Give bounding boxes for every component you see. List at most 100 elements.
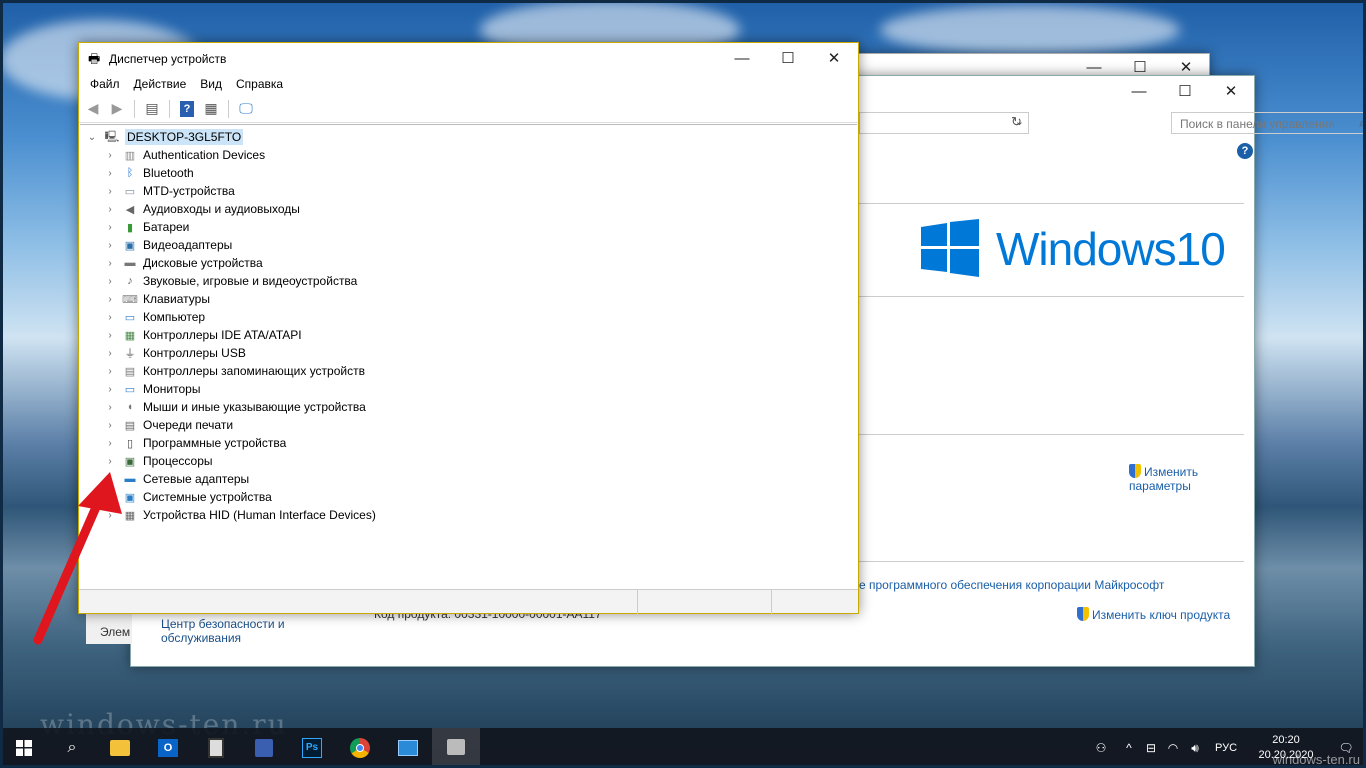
chevron-up-icon[interactable]: ^ <box>1118 741 1140 755</box>
help-icon[interactable]: ? <box>177 99 197 119</box>
chevron-right-icon[interactable]: › <box>104 330 116 341</box>
search-icon[interactable]: ⌕ <box>1359 116 1366 131</box>
tree-node[interactable]: › ▭ Мониторы <box>104 380 200 398</box>
minimize-icon[interactable]: — <box>719 43 765 73</box>
chevron-right-icon[interactable]: › <box>104 312 116 323</box>
menu-help[interactable]: Справка <box>229 73 290 95</box>
chevron-right-icon[interactable]: › <box>104 204 116 215</box>
chevron-right-icon[interactable]: › <box>104 150 116 161</box>
network-icon[interactable]: ⊟ <box>1140 741 1162 755</box>
tree-node[interactable]: › ◀ Аудиовходы и аудиовыходы <box>104 200 300 218</box>
minimize-icon[interactable]: — <box>1116 76 1162 106</box>
tree-node-label: Bluetooth <box>143 166 194 180</box>
address-bar[interactable]: ⌄ <box>859 112 1029 134</box>
tree-node[interactable]: › ᛒ Bluetooth <box>104 164 194 182</box>
menu-file[interactable]: Файл <box>83 73 127 95</box>
search-icon[interactable]: ⌕ <box>48 728 96 768</box>
computer-icon: 🖳 <box>104 130 120 143</box>
title-bar[interactable]: 🖶 Диспетчер устройств — ☐ ✕ <box>79 43 858 73</box>
tree-node[interactable]: › ▤ Контроллеры запоминающих устройств <box>104 362 365 380</box>
close-icon[interactable]: ✕ <box>1208 76 1254 106</box>
chevron-right-icon[interactable]: › <box>104 258 116 269</box>
tree-node[interactable]: › ⌨ Клавиатуры <box>104 290 210 308</box>
tree-node[interactable]: › ◖ Мыши и иные указывающие устройства <box>104 398 365 416</box>
outlook-icon[interactable]: O <box>144 728 192 768</box>
tree-node[interactable]: › ▦ Контроллеры IDE ATA/ATAPI <box>104 326 301 344</box>
tree-node[interactable]: › ⏚ Контроллеры USB <box>104 344 246 362</box>
chevron-right-icon[interactable]: › <box>104 420 116 431</box>
calculator-icon[interactable] <box>192 728 240 768</box>
tree-node[interactable]: › ▯ Программные устройства <box>104 434 286 452</box>
photoshop-icon[interactable]: Ps <box>288 728 336 768</box>
change-params-link[interactable]: Изменить параметры <box>1129 450 1239 493</box>
chevron-right-icon[interactable]: › <box>104 222 116 233</box>
tree-node-label: Мониторы <box>143 382 201 396</box>
status-divider <box>637 590 638 614</box>
forward-icon[interactable]: ▶ <box>107 99 127 119</box>
help-icon[interactable]: ? <box>1237 143 1253 159</box>
chevron-right-icon[interactable]: › <box>104 456 116 467</box>
shield-icon <box>1129 464 1141 478</box>
divider <box>859 434 1244 435</box>
tree-node[interactable]: › ▥ Authentication Devices <box>104 146 265 164</box>
chevron-right-icon[interactable]: › <box>104 348 116 359</box>
mouse-icon: ◖ <box>126 401 134 413</box>
tree-node-label: Видеоадаптеры <box>143 238 233 252</box>
wifi-icon[interactable]: ◠ <box>1162 741 1184 755</box>
chevron-right-icon[interactable]: › <box>104 168 116 179</box>
chevron-right-icon[interactable]: › <box>104 294 116 305</box>
save-icon[interactable] <box>240 728 288 768</box>
tree-node[interactable]: › ▣ Процессоры <box>104 452 212 470</box>
search-input[interactable]: Поиск в панели управления ⌕ <box>1171 112 1366 134</box>
chevron-right-icon[interactable]: › <box>104 438 116 449</box>
tree-node[interactable]: › ▣ Видеоадаптеры <box>104 236 232 254</box>
tree-node-label: Устройства HID (Human Interface Devices) <box>143 508 376 522</box>
tree-node-label: Дисковые устройства <box>143 256 263 270</box>
back-icon[interactable]: ◀ <box>83 99 103 119</box>
sound-icon: ♪ <box>127 275 133 287</box>
maximize-icon[interactable]: ☐ <box>765 43 811 73</box>
tree-node[interactable]: › ▦ Устройства HID (Human Interface Device… <box>104 506 376 524</box>
tree-node[interactable]: › ▭ Компьютер <box>104 308 205 326</box>
taskbar: ⌕ O Ps ⚇ ^ ⊟ ◠ 🔊︎ РУС 20:20 20.20.2020 🗨… <box>0 728 1366 768</box>
window-title: Диспетчер устройств <box>109 52 227 66</box>
chevron-right-icon[interactable]: › <box>104 384 116 395</box>
chevron-right-icon[interactable]: › <box>104 240 116 251</box>
chevron-right-icon[interactable]: › <box>104 186 116 197</box>
start-button[interactable] <box>0 728 48 768</box>
close-icon[interactable]: ✕ <box>811 43 857 73</box>
menu-view[interactable]: Вид <box>193 73 229 95</box>
device-manager-taskbar-icon[interactable] <box>432 728 480 768</box>
people-icon[interactable]: ⚇ <box>1084 741 1118 755</box>
tree-node-label: MTD-устройства <box>143 184 235 198</box>
tree-root[interactable]: ⌄ 🖳 DESKTOP-3GL5FTO <box>86 128 244 146</box>
ms-license-link[interactable]: е программного обеспечения корпорации Ма… <box>859 578 1164 592</box>
security-center-link[interactable]: Центр безопасности и обслуживания <box>161 617 301 645</box>
menu-bar: Файл Действие Вид Справка <box>79 73 858 95</box>
tree-node-label: Контроллеры USB <box>143 346 246 360</box>
tree-node[interactable]: › ▬ Дисковые устройства <box>104 254 263 272</box>
device-manager-icon: 🖶 <box>88 51 101 66</box>
file-explorer-icon[interactable] <box>96 728 144 768</box>
tree-node-label: Сетевые адаптеры <box>143 472 250 486</box>
chrome-icon[interactable] <box>336 728 384 768</box>
volume-icon[interactable]: 🔊︎ <box>1184 741 1206 756</box>
tree-node[interactable]: › ♪ Звуковые, игровые и видеоустройства <box>104 272 357 290</box>
change-key-link[interactable]: Изменить ключ продукта <box>1077 607 1230 622</box>
tree-node[interactable]: › ▤ Очереди печати <box>104 416 233 434</box>
tree-node[interactable]: › ▭ MTD-устройства <box>104 182 235 200</box>
view-details-icon[interactable]: ▦ <box>201 99 221 119</box>
properties-icon[interactable]: ▤ <box>142 99 162 119</box>
chevron-down-icon[interactable]: ⌄ <box>86 132 98 143</box>
refresh-icon[interactable]: ↻ <box>1011 112 1031 134</box>
chevron-right-icon[interactable]: › <box>104 276 116 287</box>
language-indicator[interactable]: РУС <box>1206 742 1246 754</box>
memory-icon: ▭ <box>124 185 136 198</box>
tree-node[interactable]: › ▮ Батареи <box>104 218 189 236</box>
chevron-right-icon[interactable]: › <box>104 402 116 413</box>
menu-action[interactable]: Действие <box>127 73 194 95</box>
scan-hardware-icon[interactable]: 🖵 <box>236 99 256 119</box>
remote-desktop-icon[interactable] <box>384 728 432 768</box>
chevron-right-icon[interactable]: › <box>104 366 116 377</box>
maximize-icon[interactable]: ☐ <box>1162 76 1208 106</box>
